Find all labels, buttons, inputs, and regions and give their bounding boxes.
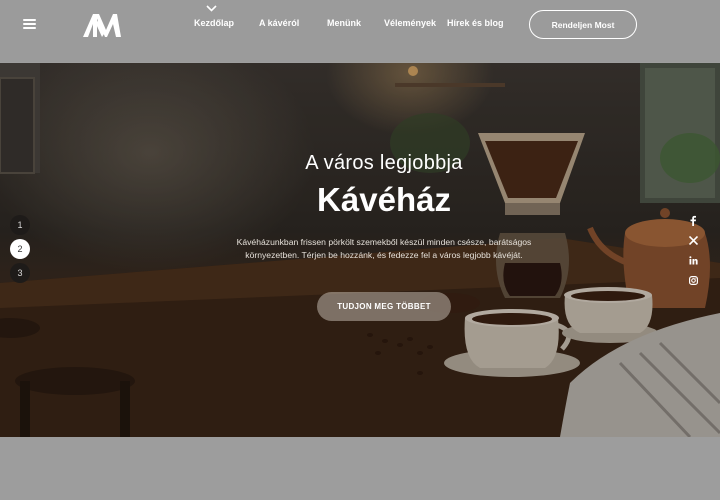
hero-description: Kávéházunkban frissen pörkölt szemekből …	[236, 237, 532, 260]
nav-item-reviews[interactable]: Vélemények	[384, 18, 436, 28]
hero-section: A város legjobbja Kávéház Kávéházunkban …	[0, 63, 720, 437]
facebook-icon[interactable]	[685, 214, 701, 226]
hero-subtitle: A város legjobbja	[305, 152, 463, 174]
x-icon[interactable]	[685, 234, 701, 246]
page-below-hero	[0, 437, 720, 500]
slide-indicator-3[interactable]: 3	[10, 263, 30, 283]
chevron-down-icon	[206, 5, 217, 12]
nav-item-menu[interactable]: Menünk	[327, 18, 361, 28]
learn-more-button[interactable]: TUDJON MEG TÖBBET	[317, 292, 451, 321]
hamburger-icon[interactable]	[23, 19, 36, 29]
instagram-icon[interactable]	[685, 274, 701, 286]
nav-item-news-blog[interactable]: Hírek és blog	[447, 18, 504, 28]
order-now-button[interactable]: Rendeljen Most	[529, 10, 637, 39]
nav-item-about-coffee[interactable]: A kávéról	[259, 18, 299, 28]
slide-indicator-1[interactable]: 1	[10, 215, 30, 235]
site-header: Kezdőlap A kávéról Menünk Vélemények Hír…	[0, 0, 720, 62]
hero-title: Kávéház	[317, 181, 451, 218]
nav-item-home[interactable]: Kezdőlap	[194, 18, 234, 28]
slide-indicator-2[interactable]: 2	[10, 239, 30, 259]
brand-logo[interactable]	[82, 12, 122, 38]
linkedin-icon[interactable]	[685, 254, 701, 266]
